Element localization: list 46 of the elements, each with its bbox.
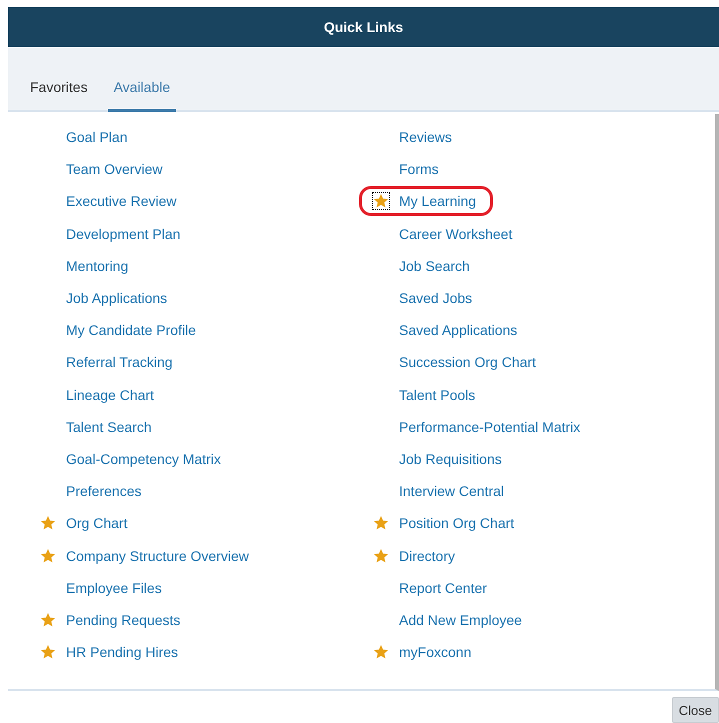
quick-link[interactable]: Job Applications bbox=[64, 290, 170, 306]
quick-link[interactable]: Add New Employee bbox=[397, 612, 524, 628]
star-icon[interactable] bbox=[40, 644, 56, 660]
quick-link[interactable]: HR Pending Hires bbox=[64, 644, 180, 660]
quick-link[interactable]: Goal-Competency Matrix bbox=[64, 450, 223, 467]
quick-link[interactable]: Talent Pools bbox=[397, 386, 478, 403]
quick-link[interactable]: Pending Requests bbox=[64, 612, 182, 628]
quick-link[interactable]: Development Plan bbox=[64, 226, 182, 242]
quick-link[interactable]: Team Overview bbox=[64, 161, 164, 178]
quick-link[interactable]: Mentoring bbox=[64, 258, 130, 274]
quick-link[interactable]: Reviews bbox=[397, 129, 454, 146]
quick-link[interactable]: Saved Jobs bbox=[397, 290, 474, 306]
star-icon[interactable] bbox=[373, 193, 389, 210]
quick-link[interactable]: myFoxconn bbox=[397, 644, 474, 660]
star-icon[interactable] bbox=[40, 612, 56, 628]
quick-link[interactable]: Company Structure Overview bbox=[64, 548, 251, 564]
quick-link[interactable]: Directory bbox=[397, 548, 458, 564]
tab[interactable]: Available bbox=[108, 79, 176, 112]
quick-link[interactable]: Succession Org Chart bbox=[397, 354, 538, 370]
quick-link[interactable]: Position Org Chart bbox=[397, 515, 516, 532]
star-icon[interactable] bbox=[40, 515, 56, 532]
quick-link[interactable]: Forms bbox=[397, 161, 441, 178]
quick-link[interactable]: Performance-Potential Matrix bbox=[397, 418, 582, 435]
star-icon[interactable] bbox=[373, 515, 389, 532]
quick-link[interactable]: Saved Applications bbox=[397, 322, 520, 338]
quick-link[interactable]: Executive Review bbox=[64, 193, 178, 210]
quick-link[interactable]: Employee Files bbox=[64, 580, 164, 596]
quick-link[interactable]: Org Chart bbox=[64, 515, 130, 532]
quick-link[interactable]: Talent Search bbox=[64, 418, 154, 435]
quick-link[interactable]: Job Requisitions bbox=[397, 450, 504, 467]
close-button[interactable]: Close bbox=[672, 697, 719, 723]
quick-link[interactable]: My Candidate Profile bbox=[64, 322, 198, 338]
dialog-title: Quick Links bbox=[8, 7, 719, 47]
quick-link[interactable]: Job Search bbox=[397, 258, 472, 274]
quick-link[interactable]: Preferences bbox=[64, 483, 144, 500]
quick-link[interactable]: Referral Tracking bbox=[64, 354, 175, 370]
quick-link[interactable]: Interview Central bbox=[397, 483, 506, 500]
tab[interactable]: Favorites bbox=[24, 79, 94, 112]
quick-link[interactable]: Career Worksheet bbox=[397, 226, 514, 242]
quick-link[interactable]: Report Center bbox=[397, 580, 489, 596]
star-icon[interactable] bbox=[40, 548, 56, 564]
star-icon[interactable] bbox=[373, 644, 389, 660]
quick-link[interactable]: Goal Plan bbox=[64, 129, 130, 146]
quick-link[interactable]: My Learning bbox=[397, 193, 478, 210]
quick-link[interactable]: Lineage Chart bbox=[64, 386, 156, 403]
star-icon[interactable] bbox=[373, 548, 389, 564]
